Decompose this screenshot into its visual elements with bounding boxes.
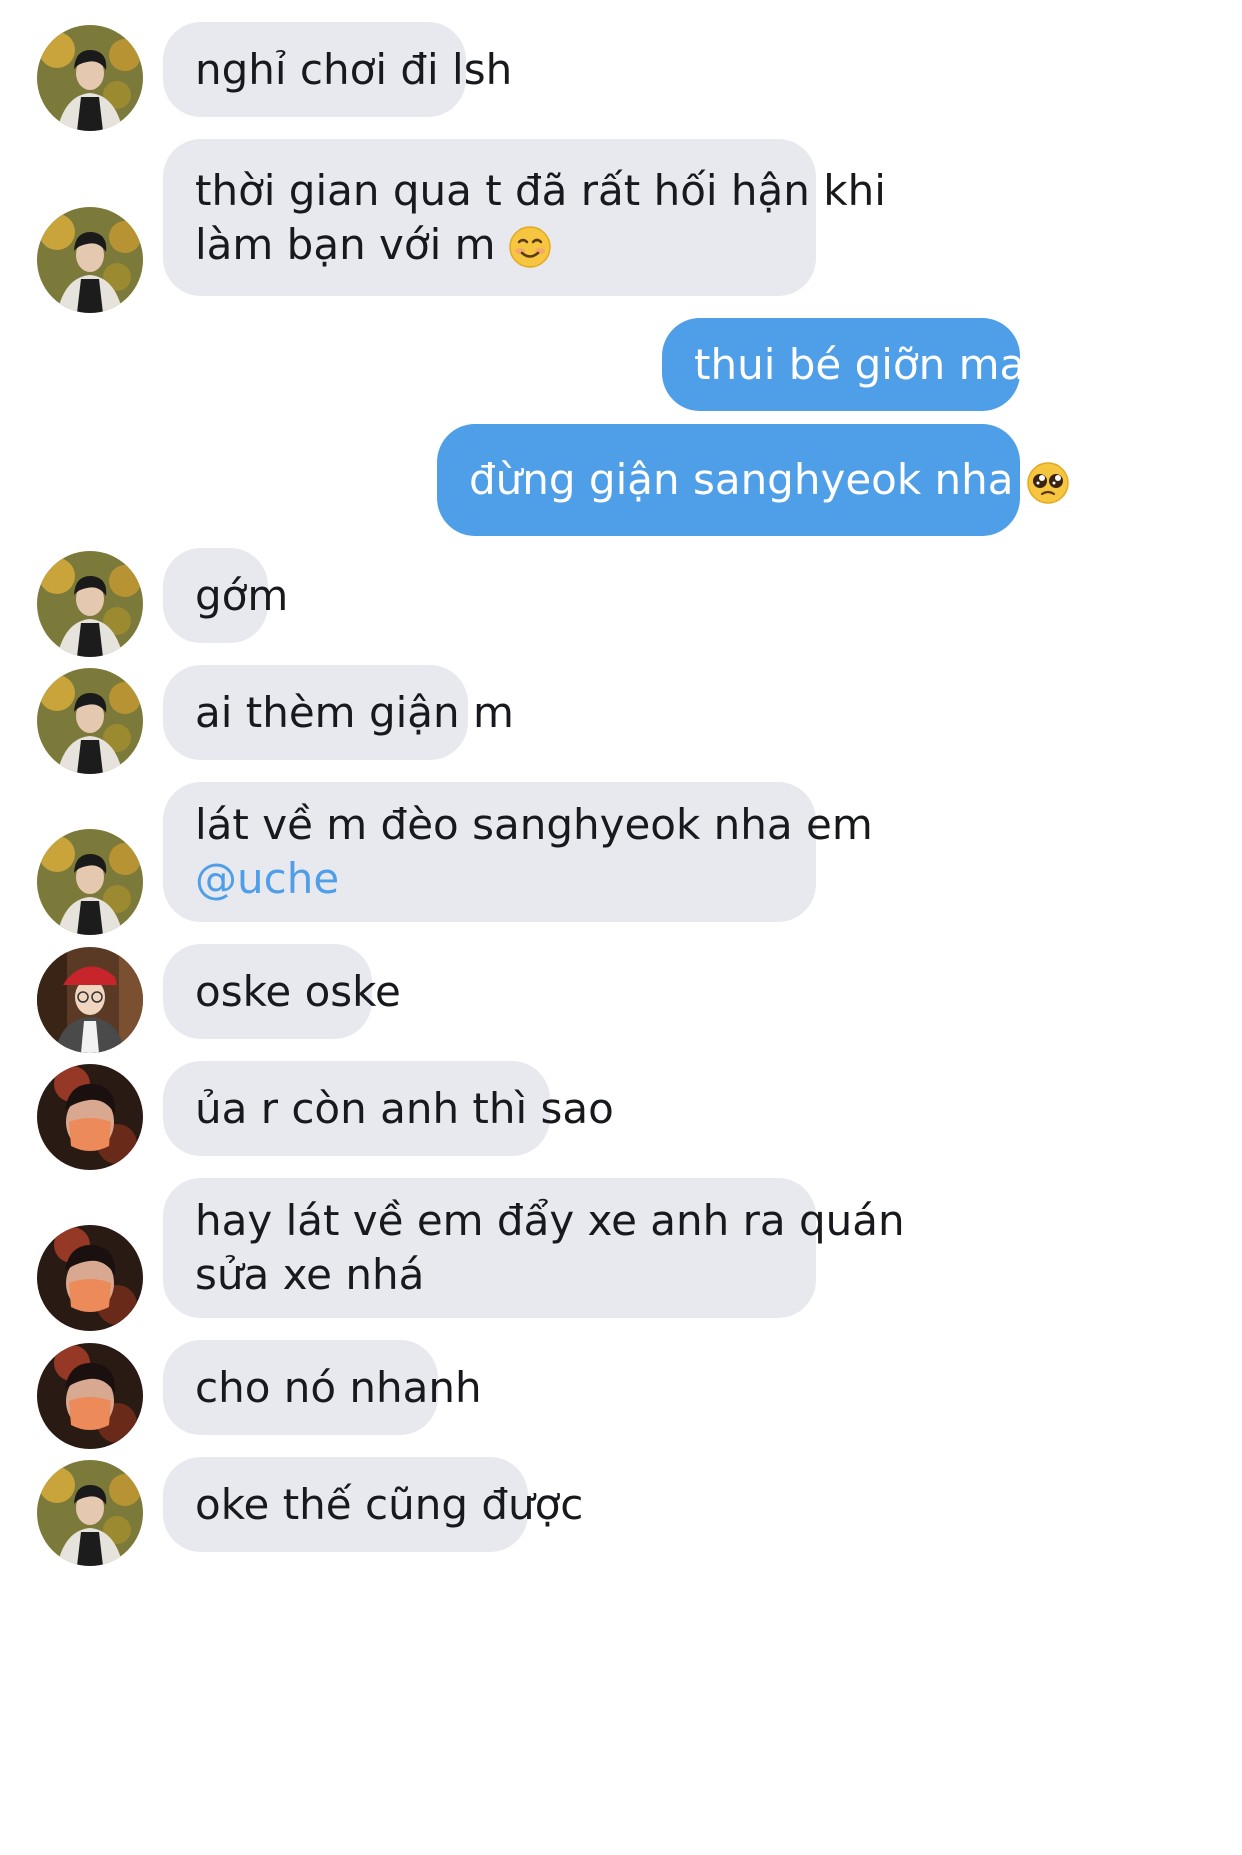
- outgoing-message-bubble[interactable]: thui bé giỡn mak: [662, 318, 1050, 411]
- incoming-message-bubble[interactable]: oske oske: [163, 944, 401, 1039]
- message-text-line: đừng giận sanghyeok nha: [469, 453, 1069, 507]
- message-thread[interactable]: nghỉ chơi đi lsh thời gian qua t đã rất …: [0, 0, 1242, 1855]
- message-text: cho nó nhanh: [195, 1362, 482, 1412]
- avatar-photo: [37, 1225, 143, 1331]
- incoming-message-bubble[interactable]: gớm: [163, 548, 289, 643]
- avatar-friend-b[interactable]: [37, 947, 143, 1053]
- message-row: cho nó nhanh: [0, 1340, 1242, 1449]
- message-text-line: lát về m đèo sanghyeok nha em: [195, 800, 873, 849]
- smiling-face-emoji-icon: [508, 225, 552, 269]
- message-text: ai thèm giận m: [195, 687, 514, 737]
- message-text: oke thế cũng được: [195, 1479, 584, 1529]
- message-text: thui bé giỡn mak: [694, 339, 1050, 389]
- incoming-message-bubble[interactable]: cho nó nhanh: [163, 1340, 482, 1435]
- message-row: thời gian qua t đã rất hối hận khi làm b…: [0, 139, 1242, 313]
- avatar-friend-c[interactable]: [37, 1064, 143, 1170]
- message-text-line: thời gian qua t đã rất hối hận khi: [195, 165, 886, 215]
- avatar-friend-a[interactable]: [37, 207, 143, 313]
- user-mention-link[interactable]: @uche: [195, 852, 784, 906]
- avatar-photo: [37, 668, 143, 774]
- message-row: oske oske: [0, 944, 1242, 1053]
- message-text: nghỉ chơi đi lsh: [195, 44, 513, 94]
- avatar-photo: [37, 207, 143, 313]
- avatar-friend-a[interactable]: [37, 1460, 143, 1566]
- incoming-message-bubble[interactable]: hay lát về em đẩy xe anh ra quán sửa xe …: [163, 1178, 905, 1318]
- avatar-friend-c[interactable]: [37, 1225, 143, 1331]
- incoming-message-bubble[interactable]: ai thèm giận m: [163, 665, 514, 760]
- incoming-message-bubble[interactable]: lát về m đèo sanghyeok nha em @uche: [163, 782, 873, 922]
- outgoing-message-bubble[interactable]: đừng giận sanghyeok nha: [437, 424, 1069, 536]
- avatar-friend-c[interactable]: [37, 1343, 143, 1449]
- message-row: oke thế cũng được: [0, 1457, 1242, 1566]
- avatar-photo: [37, 551, 143, 657]
- message-text: gớm: [195, 570, 289, 620]
- message-row: đừng giận sanghyeok nha: [0, 424, 1242, 536]
- message-row: thui bé giỡn mak: [0, 318, 1242, 411]
- message-text-line: hay lát về em đẩy xe anh ra quán: [195, 1196, 905, 1245]
- incoming-message-bubble[interactable]: ủa r còn anh thì sao: [163, 1061, 614, 1156]
- incoming-message-bubble[interactable]: nghỉ chơi đi lsh: [163, 22, 513, 117]
- message-row: nghỉ chơi đi lsh: [0, 22, 1242, 131]
- incoming-message-bubble[interactable]: oke thế cũng được: [163, 1457, 584, 1552]
- avatar-friend-a[interactable]: [37, 668, 143, 774]
- message-text: ủa r còn anh thì sao: [195, 1083, 614, 1133]
- message-row: ủa r còn anh thì sao: [0, 1061, 1242, 1170]
- avatar-friend-a[interactable]: [37, 829, 143, 935]
- message-text-line: làm bạn với m: [195, 218, 784, 272]
- message-text-line: sửa xe nhá: [195, 1250, 425, 1299]
- message-row: hay lát về em đẩy xe anh ra quán sửa xe …: [0, 1178, 1242, 1331]
- message-row: ai thèm giận m: [0, 665, 1242, 774]
- avatar-photo: [37, 25, 143, 131]
- avatar-friend-a[interactable]: [37, 25, 143, 131]
- message-row: lát về m đèo sanghyeok nha em @uche: [0, 782, 1242, 935]
- incoming-message-bubble[interactable]: thời gian qua t đã rất hối hận khi làm b…: [163, 139, 886, 296]
- avatar-photo: [37, 1343, 143, 1449]
- avatar-photo: [37, 829, 143, 935]
- avatar-friend-a[interactable]: [37, 551, 143, 657]
- avatar-photo: [37, 947, 143, 1053]
- avatar-photo: [37, 1064, 143, 1170]
- message-text: oske oske: [195, 966, 401, 1016]
- pleading-face-emoji-icon: [1026, 461, 1070, 505]
- message-row: gớm: [0, 548, 1242, 657]
- avatar-photo: [37, 1460, 143, 1566]
